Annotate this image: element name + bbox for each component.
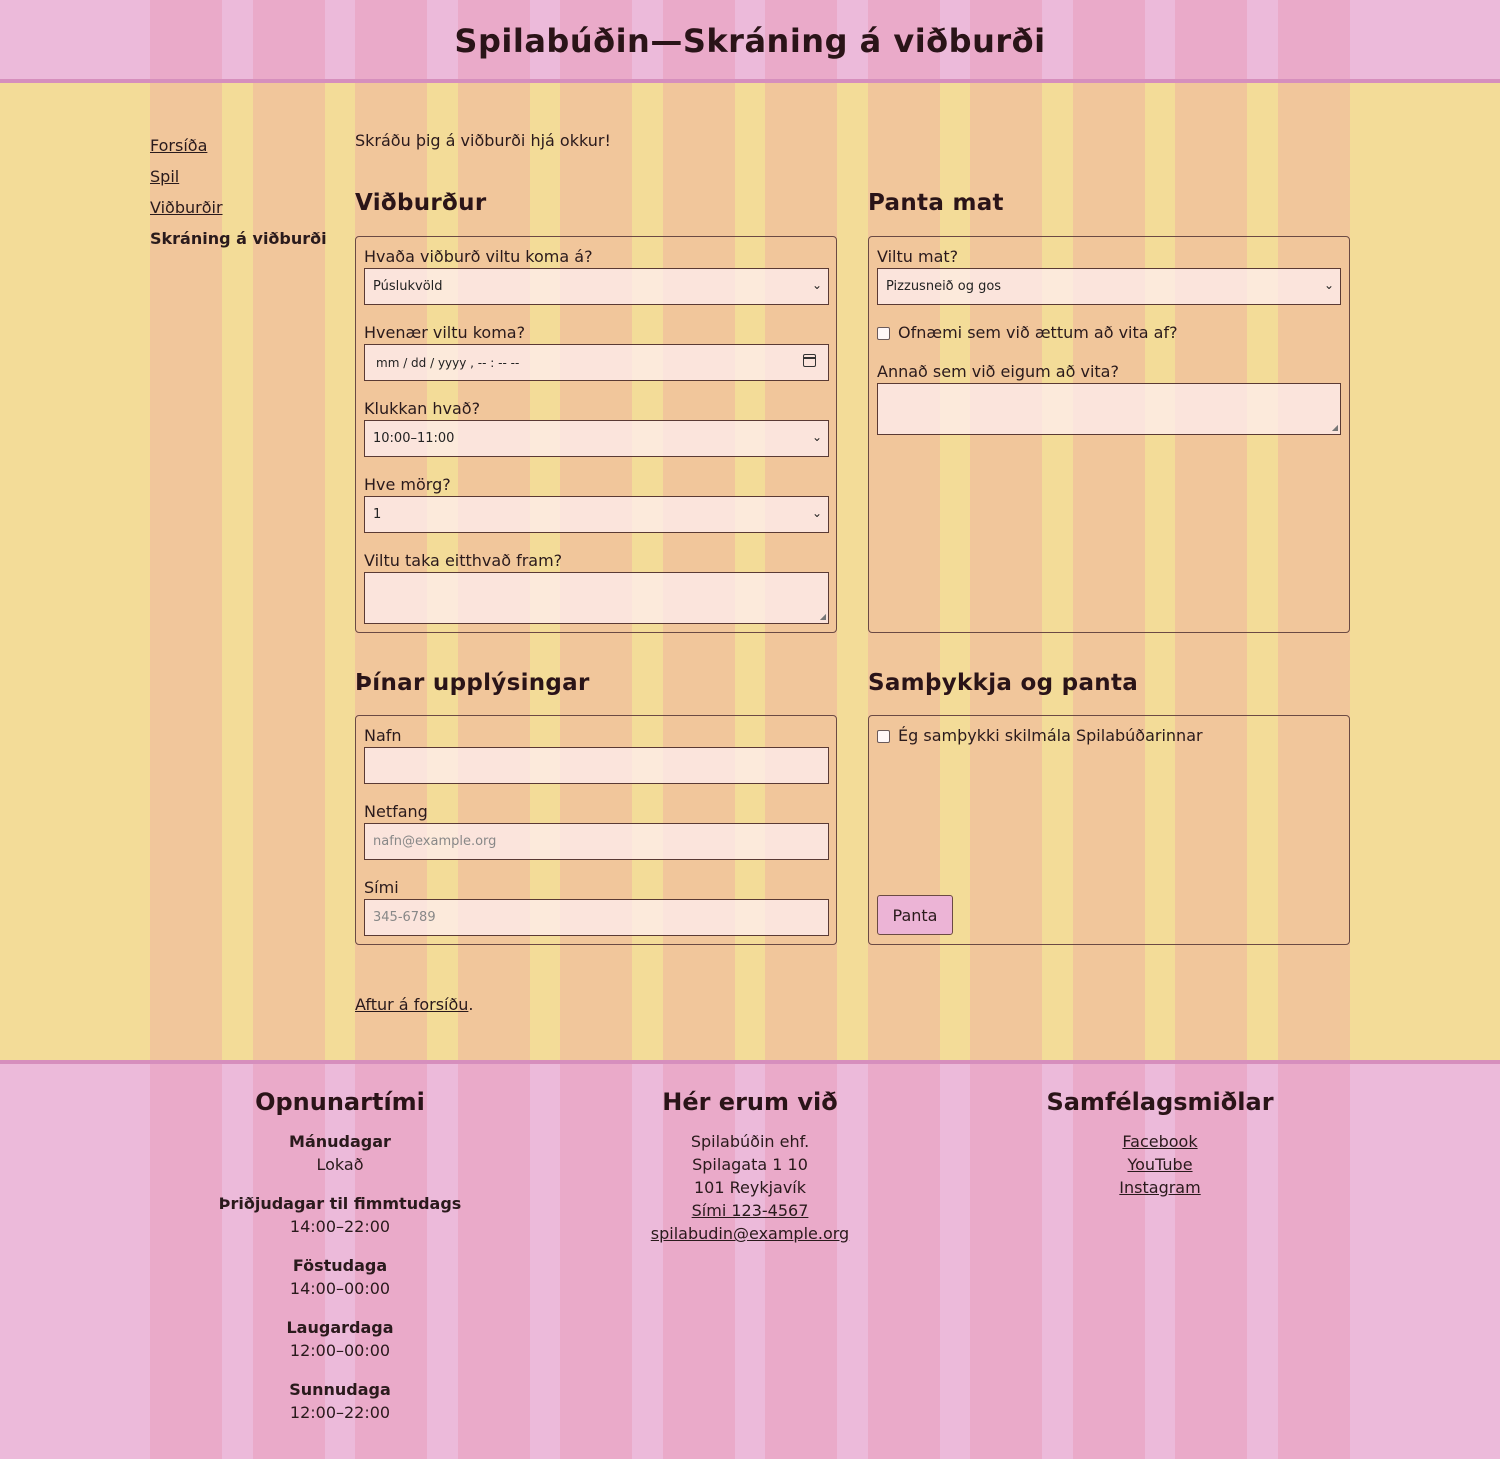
terms-checkbox[interactable] — [877, 730, 890, 743]
hours-day: Sunnudaga — [289, 1380, 391, 1399]
phone-placeholder: 345-6789 — [373, 910, 436, 925]
event-notes-textarea[interactable]: ◢ — [364, 572, 829, 624]
hours-time: 12:00–00:00 — [289, 1341, 391, 1360]
hours-day: Þriðjudagar til fimmtudags — [218, 1194, 462, 1213]
food-heading: Panta mat — [868, 190, 1004, 216]
sidebar-nav: Forsíða Spil Viðburðir Skráning á viðbur… — [150, 130, 340, 254]
hours-heading: Opnunartími — [255, 1088, 425, 1116]
chevron-down-icon: ⌄ — [811, 506, 822, 520]
event-which-value: Púslukvöld — [373, 279, 443, 294]
email-placeholder: nafn@example.org — [373, 834, 497, 849]
facebook-link[interactable]: Facebook — [970, 1130, 1350, 1153]
chevron-down-icon: ⌄ — [811, 430, 822, 444]
event-count-label: Hve mörg? — [364, 475, 451, 494]
allergy-label: Ofnæmi sem við ættum að vita af? — [898, 323, 1178, 342]
back-suffix: . — [468, 995, 474, 1014]
phone-link[interactable]: Sími 123-4567 — [560, 1199, 940, 1222]
food-select[interactable]: Pizzusneið og gos ⌄ — [877, 268, 1341, 305]
hours-day: Föstudaga — [292, 1256, 388, 1275]
footer-location: Hér erum við Spilabúðin ehf. Spilagata 1… — [560, 1088, 940, 1245]
phone-label: Sími — [364, 878, 399, 897]
terms-label: Ég samþykki skilmála Spilabúðarinnar — [898, 726, 1203, 745]
event-which-select[interactable]: Púslukvöld ⌄ — [364, 268, 829, 305]
street-address: Spilagata 1 10 — [692, 1155, 808, 1174]
email-link[interactable]: spilabudin@example.org — [560, 1222, 940, 1245]
city-address: 101 Reykjavík — [693, 1178, 807, 1197]
nav-link-events[interactable]: Viðburðir — [150, 192, 340, 223]
event-heading: Viðburður — [355, 190, 487, 216]
chevron-down-icon: ⌄ — [811, 278, 822, 292]
footer-social: Samfélagsmiðlar Facebook YouTube Instagr… — [970, 1088, 1350, 1199]
name-label: Nafn — [364, 726, 402, 745]
instagram-link[interactable]: Instagram — [970, 1176, 1350, 1199]
back-home-link[interactable]: Aftur á forsíðu — [355, 995, 468, 1014]
nav-link-home[interactable]: Forsíða — [150, 130, 340, 161]
intro-text: Skráðu þig á viðburði hjá okkur! — [355, 131, 611, 150]
event-datetime-placeholder: mm / dd / yyyy , -- : -- -- — [376, 355, 520, 370]
event-time-value: 10:00–11:00 — [373, 431, 455, 446]
allergy-checkbox[interactable] — [877, 327, 890, 340]
hours-time: 14:00–00:00 — [289, 1279, 391, 1298]
email-label: Netfang — [364, 802, 428, 821]
phone-input[interactable]: 345-6789 — [364, 899, 829, 936]
info-heading: Þínar upplýsingar — [355, 670, 590, 696]
page-title: Spilabúðin—Skráning á viðburði — [454, 22, 1046, 60]
social-heading: Samfélagsmiðlar — [1046, 1088, 1274, 1116]
hours-time: 14:00–22:00 — [289, 1217, 391, 1236]
hours-time: 12:00–22:00 — [289, 1403, 391, 1422]
confirm-heading: Samþykkja og panta — [868, 670, 1139, 696]
youtube-link[interactable]: YouTube — [970, 1153, 1350, 1176]
event-count-value: 1 — [373, 507, 382, 522]
hours-time: Lokað — [316, 1155, 364, 1174]
event-time-label: Klukkan hvað? — [364, 399, 481, 418]
chevron-down-icon: ⌄ — [1323, 278, 1334, 292]
footer-hours: Opnunartími Mánudagar Lokað Þriðjudagar … — [150, 1088, 530, 1440]
location-heading: Hér erum við — [662, 1088, 838, 1116]
event-count-select[interactable]: 1 ⌄ — [364, 496, 829, 533]
back-paragraph: Aftur á forsíðu. — [355, 995, 474, 1014]
food-select-value: Pizzusneið og gos — [886, 279, 1002, 294]
calendar-icon[interactable] — [803, 354, 816, 367]
resize-grip-icon[interactable]: ◢ — [820, 612, 826, 621]
hours-day: Laugardaga — [286, 1318, 394, 1337]
event-time-select[interactable]: 10:00–11:00 ⌄ — [364, 420, 829, 457]
event-datetime-input[interactable]: mm / dd / yyyy , -- : -- -- — [364, 344, 829, 381]
event-when-label: Hvenær viltu koma? — [364, 323, 526, 342]
nav-link-games[interactable]: Spil — [150, 161, 340, 192]
event-which-label: Hvaða viðburð viltu koma á? — [364, 247, 593, 266]
email-input[interactable]: nafn@example.org — [364, 823, 829, 860]
food-want-label: Viltu mat? — [877, 247, 959, 266]
nav-item-current-registration: Skráning á viðburði — [150, 229, 327, 248]
company-name: Spilabúðin ehf. — [690, 1132, 810, 1151]
food-other-textarea[interactable]: ◢ — [877, 383, 1341, 435]
resize-grip-icon[interactable]: ◢ — [1332, 423, 1338, 432]
name-input[interactable] — [364, 747, 829, 784]
hours-day: Mánudagar — [289, 1132, 391, 1151]
event-notes-label: Viltu taka eitthvað fram? — [364, 551, 563, 570]
submit-button[interactable]: Panta — [877, 895, 953, 935]
food-other-label: Annað sem við eigum að vita? — [877, 362, 1119, 381]
